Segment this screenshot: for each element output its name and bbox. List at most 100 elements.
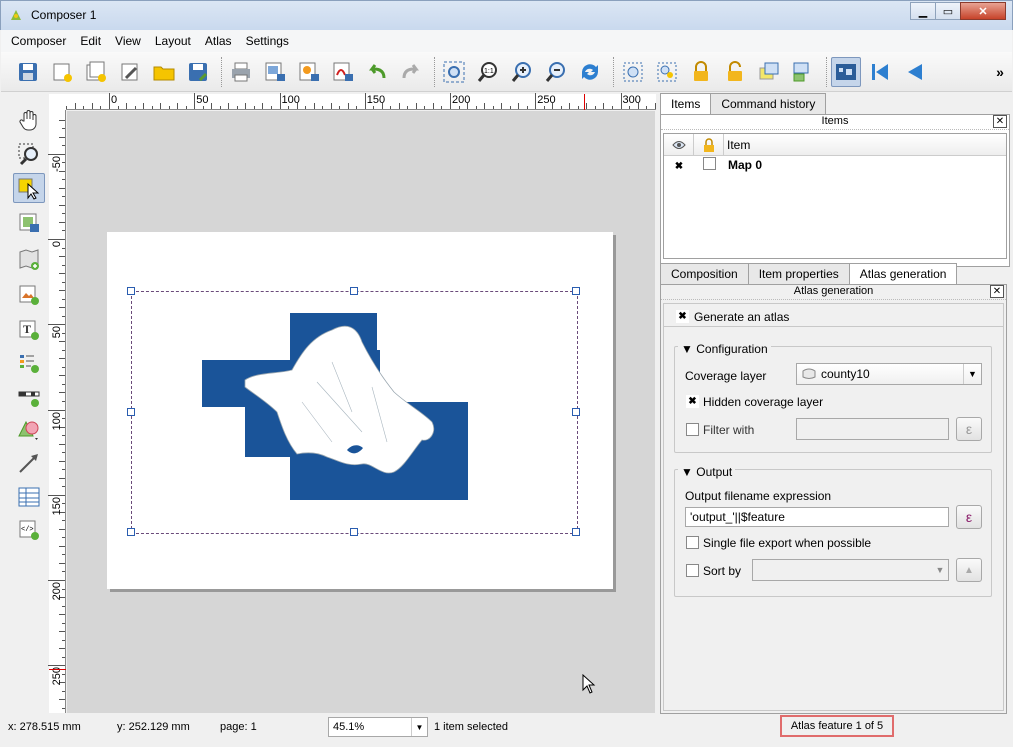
tab-composition[interactable]: Composition	[660, 263, 749, 284]
output-filename-input[interactable]: 'output_'||$feature	[685, 507, 949, 527]
menu-atlas[interactable]: Atlas	[205, 34, 232, 48]
save-button[interactable]	[13, 57, 43, 87]
zoom-tool-button[interactable]	[13, 139, 45, 169]
export-pdf-icon	[333, 62, 353, 81]
add-label-button[interactable]: T	[13, 315, 45, 345]
tab-items[interactable]: Items	[660, 93, 712, 114]
resize-handle[interactable]	[572, 287, 580, 295]
item-column-header[interactable]: Item	[724, 134, 1006, 155]
hidden-coverage-checkbox[interactable]	[686, 395, 699, 408]
filter-expression-button[interactable]: ε	[956, 417, 982, 441]
export-image-button[interactable]	[260, 57, 290, 87]
close-atlas-dock-button[interactable]: ✕	[990, 285, 1004, 298]
ungroup-button[interactable]	[652, 57, 682, 87]
open-template-button[interactable]	[149, 57, 179, 87]
coverage-layer-select[interactable]: county10 ▼	[796, 363, 982, 385]
menu-view[interactable]: View	[115, 34, 141, 48]
zoom-100-button[interactable]: 1:1	[473, 57, 503, 87]
add-html-button[interactable]: </>	[13, 515, 45, 545]
lock-column-header[interactable]	[694, 134, 724, 155]
move-content-tool-button[interactable]	[13, 208, 45, 238]
raise-items-button[interactable]	[754, 57, 784, 87]
add-arrow-button[interactable]	[13, 448, 45, 478]
output-filename-label: Output filename expression	[685, 489, 832, 503]
save-template-button[interactable]	[183, 57, 213, 87]
zoom-out-button[interactable]	[541, 57, 571, 87]
filter-expression-input[interactable]	[796, 418, 949, 440]
menu-edit[interactable]: Edit	[80, 34, 101, 48]
export-svg-button[interactable]	[294, 57, 324, 87]
resize-handle[interactable]	[572, 528, 580, 536]
raise-icon	[759, 62, 779, 79]
sort-by-label: Sort by	[703, 564, 742, 578]
toolbar-overflow-button[interactable]: »	[992, 57, 1008, 87]
svg-text:1:1: 1:1	[484, 68, 494, 75]
window-title: Composer 1	[31, 8, 97, 22]
menu-composer[interactable]: Composer	[11, 34, 66, 48]
export-pdf-button[interactable]	[328, 57, 358, 87]
refresh-button[interactable]	[575, 57, 605, 87]
select-move-icon	[18, 178, 40, 200]
visibility-column-header[interactable]	[664, 134, 694, 155]
configuration-toggle[interactable]: ▼ Configuration	[678, 342, 771, 356]
add-scalebar-button[interactable]	[13, 382, 45, 412]
align-items-button[interactable]	[788, 57, 818, 87]
composer-canvas[interactable]	[67, 111, 655, 713]
output-toggle[interactable]: ▼ Output	[678, 465, 736, 479]
minimize-button[interactable]: ▁	[910, 2, 936, 20]
duplicate-composer-button[interactable]	[81, 57, 111, 87]
add-legend-button[interactable]	[13, 348, 45, 378]
lock-button[interactable]	[686, 57, 716, 87]
close-button[interactable]: ✕	[960, 2, 1006, 20]
resize-handle[interactable]	[127, 408, 135, 416]
zoom-full-button[interactable]	[439, 57, 469, 87]
item-name[interactable]: Map 0	[724, 158, 762, 172]
previous-feature-button[interactable]	[899, 57, 929, 87]
close-items-dock-button[interactable]: ✕	[993, 115, 1007, 128]
tab-atlas-generation[interactable]: Atlas generation	[848, 263, 958, 284]
sort-by-checkbox[interactable]	[686, 564, 699, 577]
select-move-tool-button[interactable]	[13, 173, 45, 203]
sort-by-select[interactable]: ▼	[752, 559, 949, 581]
single-file-export-checkbox[interactable]	[686, 536, 699, 549]
item-lock-checkbox[interactable]	[702, 157, 716, 170]
resize-handle[interactable]	[350, 287, 358, 295]
add-table-button[interactable]	[13, 482, 45, 512]
resize-handle[interactable]	[127, 287, 135, 295]
tab-item-properties[interactable]: Item properties	[747, 263, 850, 284]
map-item-frame[interactable]	[127, 287, 580, 536]
ruler-corner	[49, 94, 66, 110]
atlas-preview-button[interactable]	[831, 56, 861, 87]
add-shape-button[interactable]	[13, 415, 45, 445]
first-feature-button[interactable]	[865, 57, 895, 87]
zoom-in-icon	[511, 61, 531, 82]
new-composer-button[interactable]	[47, 57, 77, 87]
generate-atlas-checkbox[interactable]	[676, 310, 689, 323]
maximize-button[interactable]: ▭	[935, 2, 961, 20]
add-image-button[interactable]	[13, 280, 45, 310]
add-map-button[interactable]	[13, 245, 45, 275]
tab-command-history[interactable]: Command history	[710, 93, 827, 114]
zoom-in-button[interactable]	[507, 57, 537, 87]
zoom-level-combobox[interactable]: 45.1% ▼	[328, 717, 428, 737]
atlas-feature-text: Atlas feature 1 of 5	[790, 720, 884, 732]
resize-handle[interactable]	[350, 528, 358, 536]
unlock-button[interactable]	[720, 57, 750, 87]
filter-with-checkbox[interactable]	[686, 423, 699, 436]
svg-text:</>: </>	[21, 526, 34, 534]
print-button[interactable]	[226, 57, 256, 87]
redo-button[interactable]	[396, 57, 426, 87]
composer-manager-button[interactable]	[115, 57, 145, 87]
sort-order-button[interactable]: ▲	[956, 558, 982, 582]
group-button[interactable]	[618, 57, 648, 87]
resize-handle[interactable]	[572, 408, 580, 416]
menu-layout[interactable]: Layout	[155, 34, 191, 48]
pan-tool-button[interactable]	[13, 105, 45, 135]
main-toolbar: 1:1 »	[1, 52, 1012, 92]
resize-handle[interactable]	[127, 528, 135, 536]
item-row[interactable]: Map 0	[664, 156, 1006, 174]
output-expression-button[interactable]: ε	[956, 505, 982, 529]
undo-button[interactable]	[362, 57, 392, 87]
menu-settings[interactable]: Settings	[246, 34, 289, 48]
item-visible-checkbox[interactable]	[672, 159, 686, 173]
